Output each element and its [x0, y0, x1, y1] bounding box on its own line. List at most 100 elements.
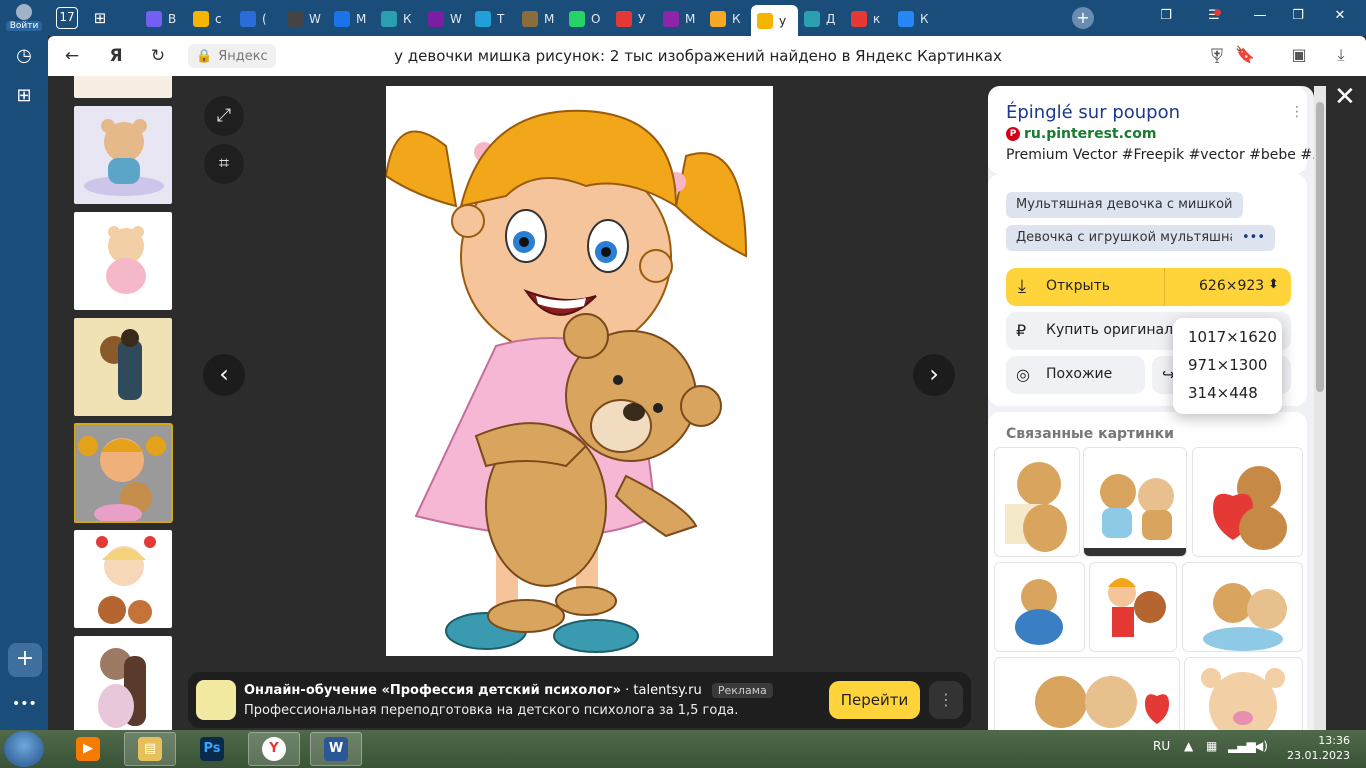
- minimize-button[interactable]: —: [1250, 8, 1270, 23]
- advertisement-banner[interactable]: Онлайн-обучение «Профессия детский психо…: [188, 672, 971, 728]
- thumbnail[interactable]: [74, 212, 172, 310]
- volume-icon[interactable]: ◀): [1254, 739, 1268, 753]
- browser-tab[interactable]: М: [516, 5, 563, 32]
- browser-tab[interactable]: К: [892, 5, 939, 32]
- browser-tab[interactable]: О: [563, 5, 610, 32]
- taskbar-yandex-browser[interactable]: Y: [248, 732, 300, 766]
- close-window-button[interactable]: ✕: [1330, 8, 1350, 23]
- thumbnail[interactable]: [74, 530, 172, 628]
- browser-tab[interactable]: к: [845, 5, 892, 32]
- signal-icon[interactable]: ▂▄▆: [1228, 739, 1256, 753]
- tag-chip[interactable]: Девочка с игрушкой мультяшная: [1006, 225, 1256, 251]
- source-domain: ru.pinterest.com: [1024, 126, 1157, 142]
- related-image[interactable]: [994, 562, 1085, 652]
- size-option[interactable]: 971×1300: [1188, 356, 1267, 374]
- history-icon[interactable]: ◷: [12, 44, 36, 68]
- bears-image: [1203, 583, 1287, 651]
- browser-tab[interactable]: К: [375, 5, 422, 32]
- related-image[interactable]: [1184, 657, 1303, 730]
- reload-button[interactable]: ↻: [146, 44, 170, 68]
- bookmark-icon[interactable]: 🔖: [1234, 45, 1256, 64]
- thumbnail[interactable]: [74, 76, 172, 98]
- thumbnail-selected[interactable]: [74, 423, 173, 523]
- thumbnail[interactable]: [74, 318, 172, 416]
- browser-tab[interactable]: М: [657, 5, 704, 32]
- media-player-icon: ▶: [76, 737, 100, 761]
- taskbar-word[interactable]: W: [310, 732, 362, 766]
- browser-tab[interactable]: W: [422, 5, 469, 32]
- thumbnail[interactable]: [74, 636, 172, 730]
- taskbar-photoshop[interactable]: Ps: [186, 732, 238, 766]
- tab-title: К: [732, 11, 741, 26]
- close-viewer-icon[interactable]: ✕: [1334, 82, 1356, 112]
- similar-button[interactable]: ◎ Похожие: [1006, 356, 1145, 394]
- browser-tab[interactable]: Д: [798, 5, 845, 32]
- collections-icon[interactable]: ❐: [1156, 8, 1176, 23]
- expand-icon[interactable]: ⤢: [204, 96, 244, 136]
- taskbar-explorer[interactable]: ▤: [124, 732, 176, 766]
- panel-scrollbar[interactable]: [1314, 86, 1326, 730]
- browser-tab[interactable]: W: [281, 5, 328, 32]
- related-image[interactable]: [1089, 562, 1177, 652]
- add-sidebar-item-button[interactable]: +: [8, 643, 42, 677]
- ad-title[interactable]: Онлайн-обучение «Профессия детский психо…: [244, 683, 621, 698]
- clock[interactable]: 13:36 23.01.2023: [1270, 733, 1350, 763]
- source-link[interactable]: P ru.pinterest.com: [1006, 126, 1156, 142]
- network-icon[interactable]: ▦: [1206, 739, 1217, 753]
- restore-button[interactable]: ❐: [1288, 8, 1308, 23]
- tab-title: К: [403, 11, 412, 26]
- yandex-home-button[interactable]: Я: [104, 44, 128, 68]
- browser-tab[interactable]: у: [751, 5, 798, 36]
- ad-go-button[interactable]: Перейти: [829, 681, 920, 719]
- related-image[interactable]: [994, 447, 1080, 557]
- new-tab-group-icon[interactable]: ⊞: [88, 6, 112, 30]
- more-tags-button[interactable]: •••: [1232, 225, 1276, 251]
- crop-icon[interactable]: ⌗: [204, 144, 244, 184]
- ad-domain[interactable]: talentsy.ru: [633, 683, 701, 698]
- taskbar-media-player[interactable]: ▶: [62, 732, 114, 766]
- size-option[interactable]: 1017×1620: [1188, 328, 1277, 346]
- browser-tab[interactable]: У: [610, 5, 657, 32]
- size-select[interactable]: 626×923: [1199, 278, 1264, 294]
- browser-tab[interactable]: с: [187, 5, 234, 32]
- size-option[interactable]: 314×448: [1188, 384, 1258, 402]
- tab-counter-button[interactable]: 17: [56, 7, 78, 29]
- tab-title: к: [873, 11, 881, 26]
- login-button[interactable]: Войти: [6, 2, 42, 34]
- page-title[interactable]: у девочки мишка рисунок: 2 тыс изображен…: [348, 47, 1048, 65]
- tag-chip[interactable]: Мультяшная девочка с мишкой: [1006, 192, 1243, 218]
- related-image[interactable]: [1192, 447, 1303, 557]
- download-icon[interactable]: ⤓: [1330, 45, 1352, 65]
- apps-grid-icon[interactable]: ⊞: [12, 84, 36, 108]
- source-title[interactable]: Épinglé sur poupon: [1006, 102, 1180, 123]
- browser-tab[interactable]: Т: [469, 5, 516, 32]
- ad-tag: Реклама: [711, 683, 773, 698]
- reader-icon[interactable]: ▣: [1288, 45, 1310, 64]
- browser-tab[interactable]: (: [234, 5, 281, 32]
- browser-tab[interactable]: В: [140, 5, 187, 32]
- girl-bear-thumbnail-image: [78, 436, 166, 522]
- start-button[interactable]: [4, 731, 44, 767]
- ad-more-icon[interactable]: ⋮: [929, 681, 963, 719]
- scrollbar-thumb[interactable]: [1316, 102, 1324, 392]
- more-options-icon[interactable]: ⋮: [1290, 104, 1304, 120]
- related-image[interactable]: [1182, 562, 1303, 652]
- main-image[interactable]: [386, 86, 773, 656]
- related-image[interactable]: [1083, 447, 1187, 557]
- language-indicator[interactable]: RU: [1153, 739, 1170, 753]
- open-button[interactable]: ⤓ Открыть 626×923 ⬍: [1006, 268, 1291, 306]
- size-caret-icon[interactable]: ⬍: [1268, 277, 1279, 292]
- previous-image-button[interactable]: ‹: [203, 354, 245, 396]
- new-tab-button[interactable]: +: [1072, 7, 1094, 29]
- more-icon[interactable]: •••: [12, 692, 37, 716]
- image-icon: [757, 12, 773, 29]
- back-button[interactable]: ←: [60, 44, 84, 68]
- browser-tab[interactable]: М: [328, 5, 375, 32]
- tray-expand-icon[interactable]: ▲: [1184, 739, 1193, 753]
- browser-tab[interactable]: К: [704, 5, 751, 32]
- thumbnail[interactable]: [74, 106, 172, 204]
- domain-chip[interactable]: 🔒 Яндекс: [188, 44, 276, 68]
- protect-count: 1: [1214, 56, 1220, 66]
- related-image[interactable]: [994, 657, 1180, 730]
- next-image-button[interactable]: ›: [913, 354, 955, 396]
